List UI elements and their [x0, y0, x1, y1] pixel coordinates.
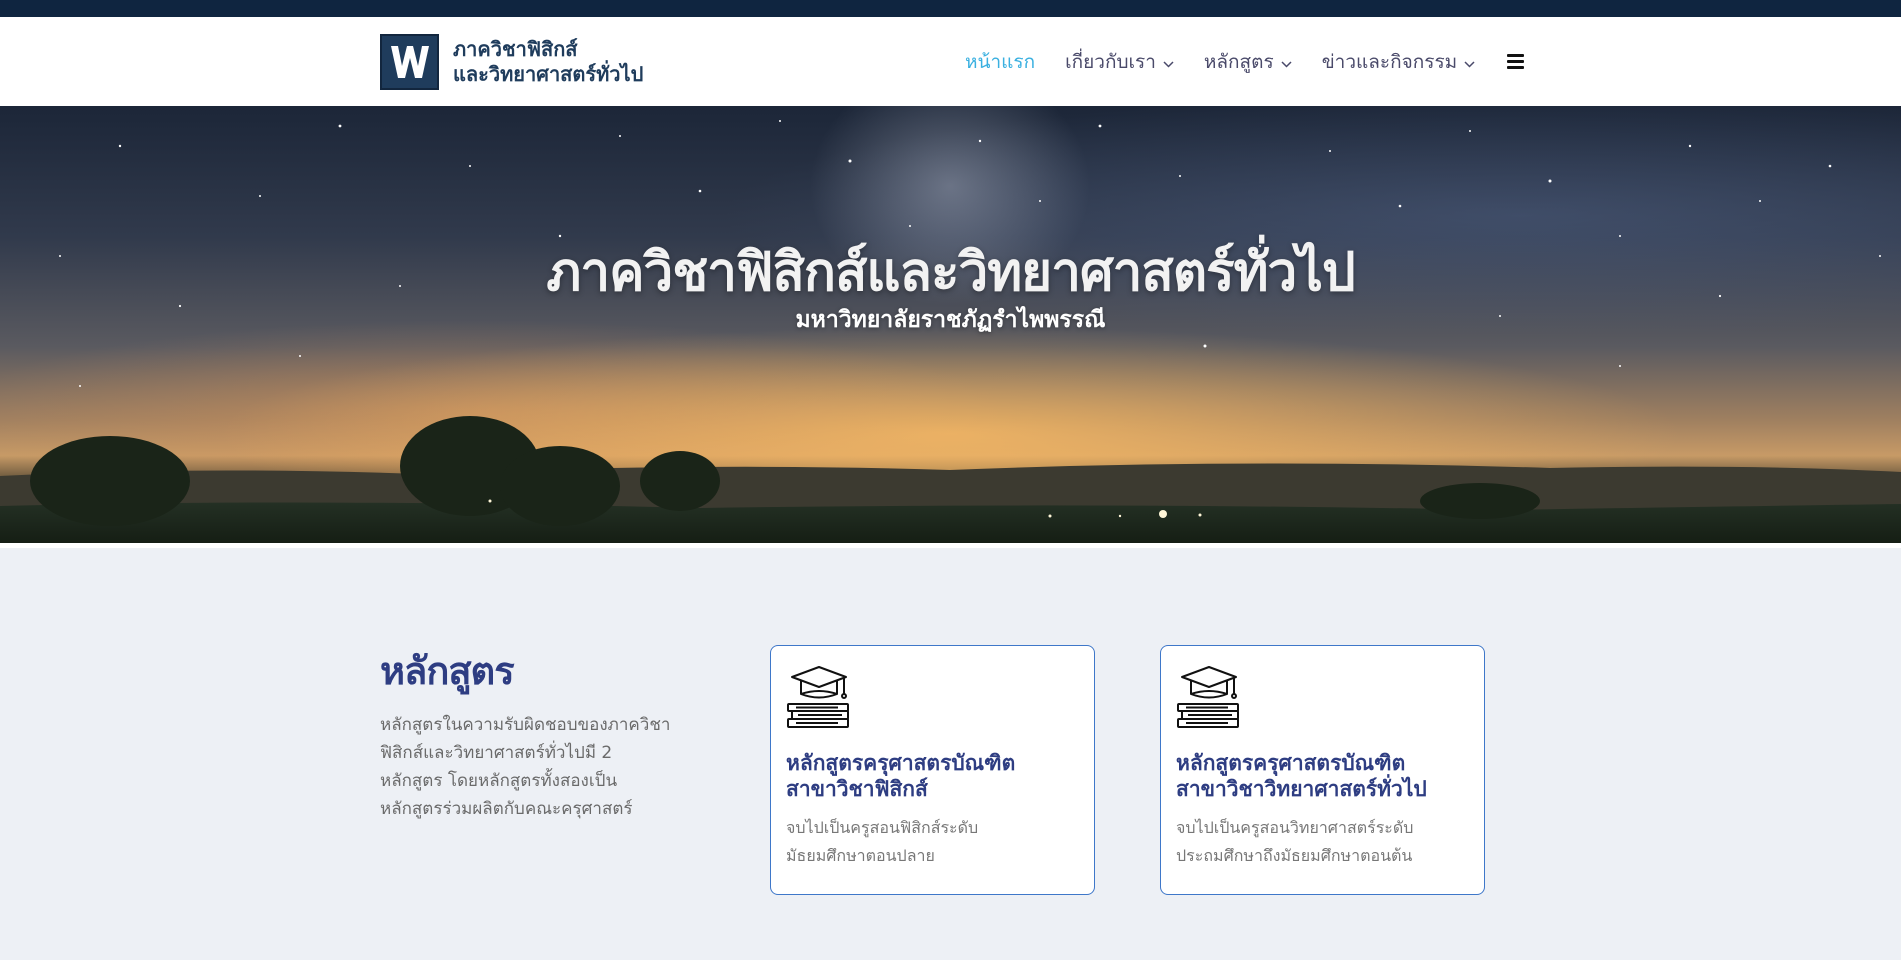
site-header: ภาควิชาฟิสิกส์ และวิทยาศาสตร์ทั่วไป หน้า…: [0, 17, 1901, 106]
nav-item-label: หลักสูตร: [1203, 50, 1274, 73]
card-desc-line: มัธยมศึกษาตอนปลาย: [786, 846, 935, 865]
card-desc-line: จบไปเป็นครูสอนวิทยาศาสตร์ระดับ: [1176, 818, 1414, 837]
graduation-cap-books-icon: [1176, 664, 1242, 730]
chevron-down-icon: [1464, 51, 1475, 73]
hamburger-menu-icon[interactable]: [1507, 54, 1525, 69]
card-title: หลักสูตรครุศาสตรบัณฑิต สาขาวิชาฟิสิกส์: [786, 750, 1079, 802]
card-title-line: สาขาวิชาวิทยาศาสตร์ทั่วไป: [1176, 777, 1427, 801]
logo-line-2: และวิทยาศาสตร์ทั่วไป: [453, 62, 644, 86]
card-title-line: สาขาวิชาฟิสิกส์: [786, 777, 928, 801]
description-line: ฟิสิกส์และวิทยาศาสตร์ทั่วไปมี 2: [380, 743, 613, 763]
site-logo[interactable]: ภาควิชาฟิสิกส์ และวิทยาศาสตร์ทั่วไป: [380, 34, 643, 90]
nav-item-courses[interactable]: หลักสูตร: [1204, 47, 1292, 77]
card-description: จบไปเป็นครูสอนวิทยาศาสตร์ระดับ ประถมศึกษ…: [1176, 814, 1469, 870]
card-title-line: หลักสูตรครุศาสตรบัณฑิต: [1176, 751, 1406, 775]
course-card-general-science[interactable]: หลักสูตรครุศาสตรบัณฑิต สาขาวิชาวิทยาศาสต…: [1160, 645, 1485, 895]
card-desc-line: จบไปเป็นครูสอนฟิสิกส์ระดับ: [786, 818, 979, 837]
section-divider: [0, 543, 1901, 548]
chevron-down-icon: [1163, 51, 1174, 73]
card-title-line: หลักสูตรครุศาสตรบัณฑิต: [786, 751, 1016, 775]
hero-subtitle: มหาวิทยาลัยราชภัฏรำไพพรรณี: [795, 307, 1106, 333]
description-line: หลักสูตรร่วมผลิตกับคณะครุศาสตร์: [380, 799, 633, 819]
nav-item-home[interactable]: หน้าแรก: [965, 47, 1035, 77]
nav-item-label: ข่าวและกิจกรรม: [1321, 50, 1458, 73]
card-description: จบไปเป็นครูสอนฟิสิกส์ระดับ มัธยมศึกษาตอน…: [786, 814, 1079, 870]
logo-line-1: ภาควิชาฟิสิกส์: [453, 37, 578, 61]
top-bar: [0, 0, 1901, 17]
description-line: หลักสูตร โดยหลักสูตรทั้งสองเป็น: [380, 771, 618, 791]
graduation-cap-books-icon: [786, 664, 852, 730]
nav-item-about[interactable]: เกี่ยวกับเรา: [1065, 47, 1174, 77]
card-desc-line: ประถมศึกษาถึงมัธยมศึกษาตอนต้น: [1176, 846, 1413, 865]
hero-banner: ภาควิชาฟิสิกส์และวิทยาศาสตร์ทั่วไป มหาวิ…: [0, 106, 1901, 543]
nav-item-news[interactable]: ข่าวและกิจกรรม: [1322, 47, 1476, 77]
course-card-physics[interactable]: หลักสูตรครุศาสตรบัณฑิต สาขาวิชาฟิสิกส์ จ…: [770, 645, 1095, 895]
nav-item-label: เกี่ยวกับเรา: [1065, 50, 1156, 73]
main-nav: หน้าแรก เกี่ยวกับเรา หลักสูตร ข่าวและกิจ…: [965, 17, 1525, 106]
description-line: หลักสูตรในความรับผิดชอบของภาควิชา: [380, 715, 671, 735]
logo-text: ภาควิชาฟิสิกส์ และวิทยาศาสตร์ทั่วไป: [453, 37, 643, 87]
nav-item-label: หน้าแรก: [965, 50, 1036, 73]
card-title: หลักสูตรครุศาสตรบัณฑิต สาขาวิชาวิทยาศาสต…: [1176, 750, 1469, 802]
w-logo-icon: [380, 34, 439, 90]
courses-description: หลักสูตรในความรับผิดชอบของภาควิชา ฟิสิกส…: [380, 711, 700, 823]
chevron-down-icon: [1281, 51, 1292, 73]
courses-intro: หลักสูตร หลักสูตรในความรับผิดชอบของภาควิ…: [380, 640, 700, 823]
courses-heading: หลักสูตร: [380, 649, 515, 693]
